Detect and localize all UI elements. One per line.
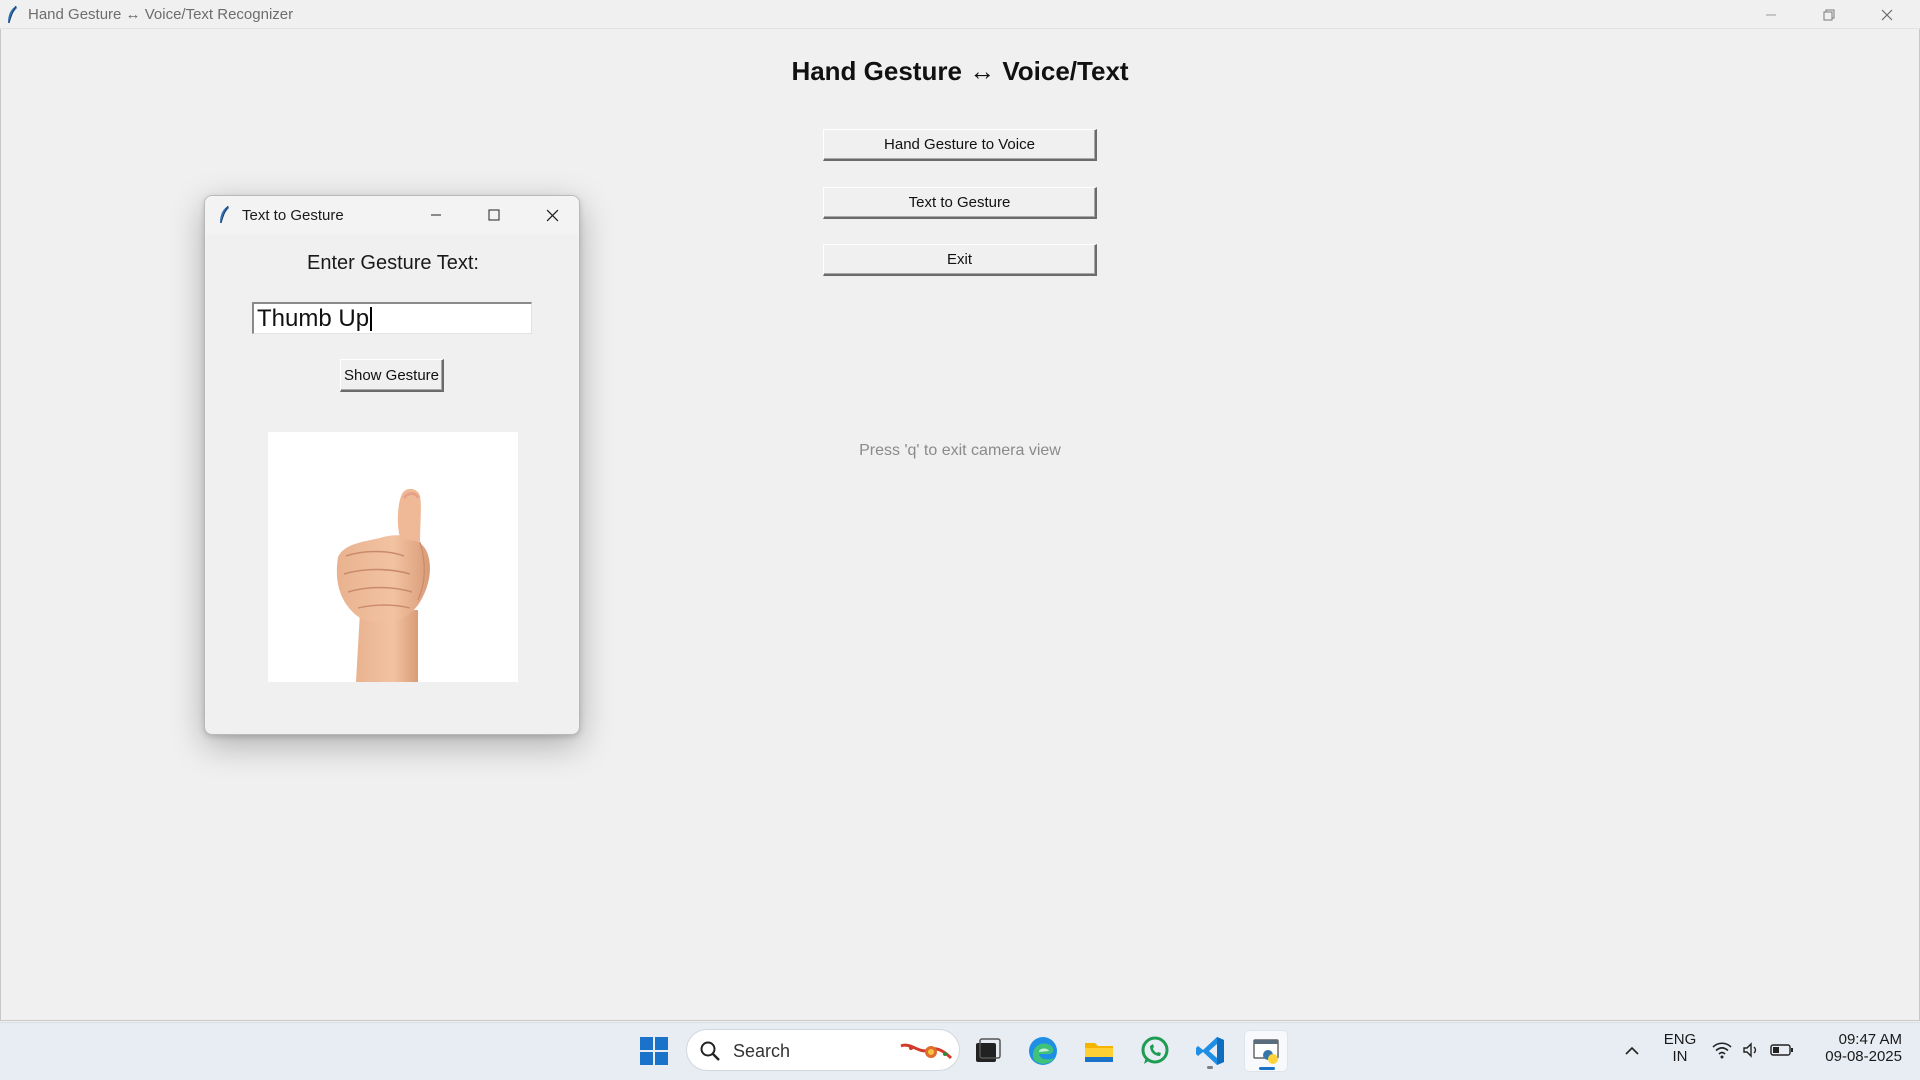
- text-caret: [370, 306, 373, 331]
- clock-time: 09:47 AM: [1838, 1031, 1902, 1048]
- child-close-button[interactable]: [523, 196, 579, 234]
- search-icon: [700, 1041, 720, 1061]
- wifi-icon: [1712, 1042, 1732, 1059]
- tk-feather-icon: [220, 205, 229, 224]
- task-view-icon: [976, 1038, 1001, 1062]
- exit-button[interactable]: Exit: [823, 244, 1097, 276]
- close-button[interactable]: [1858, 0, 1916, 29]
- close-icon: [1881, 9, 1893, 20]
- task-view-button[interactable]: [966, 1030, 1010, 1072]
- region-label: IN: [1672, 1048, 1688, 1065]
- vscode-icon: [1196, 1037, 1224, 1065]
- show-gesture-button[interactable]: Show Gesture: [340, 359, 444, 392]
- child-minimize-button[interactable]: [407, 196, 465, 234]
- language-indicator[interactable]: ENG IN: [1654, 1031, 1706, 1065]
- tk-feather-icon: [8, 5, 17, 24]
- thumbs-up-hand-image: [336, 488, 430, 682]
- main-window-title: Hand Gesture ↔ Voice/Text Recognizer: [28, 6, 294, 23]
- gesture-text-prompt: Enter Gesture Text:: [307, 252, 479, 274]
- quick-settings-button[interactable]: [1712, 1039, 1812, 1061]
- child-window-title: Text to Gesture: [242, 207, 344, 224]
- taskbar-edge[interactable]: [1021, 1030, 1065, 1072]
- taskbar-search[interactable]: Search: [686, 1029, 960, 1071]
- search-highlight-icon: [900, 1043, 953, 1060]
- taskbar-python-app[interactable]: [1244, 1030, 1288, 1072]
- whatsapp-icon: [1141, 1036, 1169, 1064]
- child-titlebar: Text to Gesture: [205, 196, 579, 234]
- restore-button[interactable]: [1800, 0, 1858, 29]
- start-button[interactable]: [632, 1030, 676, 1072]
- taskbar-whatsapp[interactable]: [1133, 1030, 1177, 1072]
- clock-date: 09-08-2025: [1825, 1048, 1902, 1065]
- minimize-icon: [1766, 14, 1776, 15]
- child-maximize-button[interactable]: [465, 196, 523, 234]
- python-tk-icon: [1253, 1039, 1279, 1064]
- gesture-text-input[interactable]: Thumb Up: [252, 302, 532, 334]
- file-explorer-icon: [1085, 1043, 1113, 1062]
- taskbar-vscode[interactable]: [1188, 1030, 1232, 1072]
- start-icon: [640, 1037, 668, 1065]
- show-hidden-icons-button[interactable]: [1610, 1030, 1654, 1072]
- page-title: Hand Gesture ↔ Voice/Text: [791, 56, 1129, 86]
- main-titlebar: Hand Gesture ↔ Voice/Text Recognizer: [0, 0, 1920, 29]
- minimize-button[interactable]: [1742, 0, 1800, 29]
- text-to-gesture-button[interactable]: Text to Gesture: [823, 187, 1097, 219]
- gesture-image: [268, 432, 518, 682]
- edge-icon: [1029, 1037, 1057, 1065]
- gesture-text-input-value: Thumb Up: [257, 304, 370, 332]
- running-indicator: [1207, 1066, 1213, 1069]
- battery-icon: [1770, 1044, 1793, 1056]
- active-indicator: [1259, 1067, 1275, 1070]
- text-to-gesture-window: Text to Gesture Enter Gesture Text: Thum…: [204, 195, 580, 735]
- minimize-icon: [431, 214, 441, 216]
- close-icon: [546, 209, 558, 221]
- clock[interactable]: 09:47 AM 09-08-2025: [1812, 1031, 1902, 1065]
- chevron-up-icon: [1625, 1046, 1639, 1055]
- search-placeholder: Search: [733, 1041, 791, 1061]
- hand-gesture-to-voice-button[interactable]: Hand Gesture to Voice: [823, 129, 1097, 161]
- taskbar-file-explorer[interactable]: [1077, 1030, 1121, 1072]
- volume-icon: [1743, 1042, 1757, 1058]
- maximize-icon: [488, 209, 500, 221]
- language-label: ENG: [1663, 1031, 1697, 1048]
- restore-icon: [1823, 9, 1835, 20]
